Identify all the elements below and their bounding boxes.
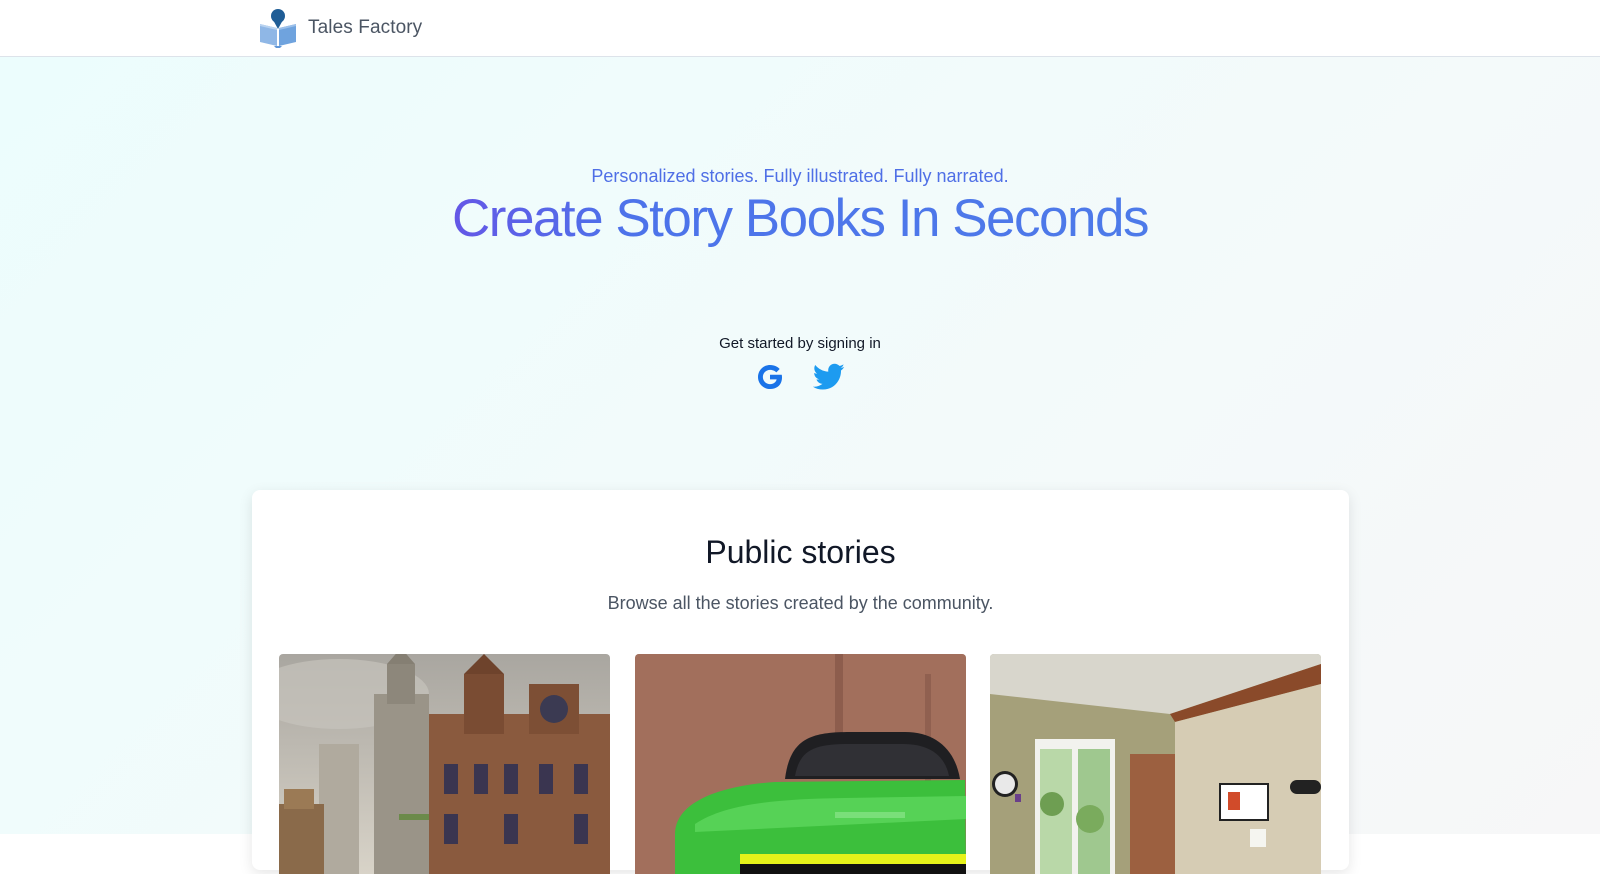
google-icon	[758, 365, 782, 389]
story-card[interactable]	[990, 654, 1321, 874]
public-stories-subtitle: Browse all the stories created by the co…	[607, 593, 994, 613]
story-thumbnail-steampunk-city	[279, 654, 610, 874]
book-pin-icon	[260, 9, 296, 48]
story-thumbnail-green-car	[635, 654, 966, 874]
google-signin-button[interactable]	[753, 360, 787, 394]
brand-home-link[interactable]: Tales Factory	[258, 8, 422, 48]
story-card[interactable]	[279, 654, 610, 874]
public-stories-card: Public stories Browse all the stories cr…	[252, 490, 1349, 874]
brand-name: Tales Factory	[308, 17, 423, 38]
public-stories-title: Public stories	[705, 534, 896, 570]
hero-headline-text: Create Story Books In Seconds	[452, 189, 1149, 248]
twitter-icon	[813, 363, 845, 390]
story-card[interactable]	[635, 654, 966, 874]
signin-label: Get started by signing in	[719, 335, 881, 352]
hero-section: Personalized stories. Fully illustrated.…	[0, 57, 1600, 874]
twitter-signin-button[interactable]	[812, 360, 846, 394]
hero-headline: Create Story Books In Seconds	[0, 184, 1600, 254]
story-thumbnail-office-room	[990, 654, 1321, 874]
top-navbar: Tales Factory	[0, 0, 1600, 57]
